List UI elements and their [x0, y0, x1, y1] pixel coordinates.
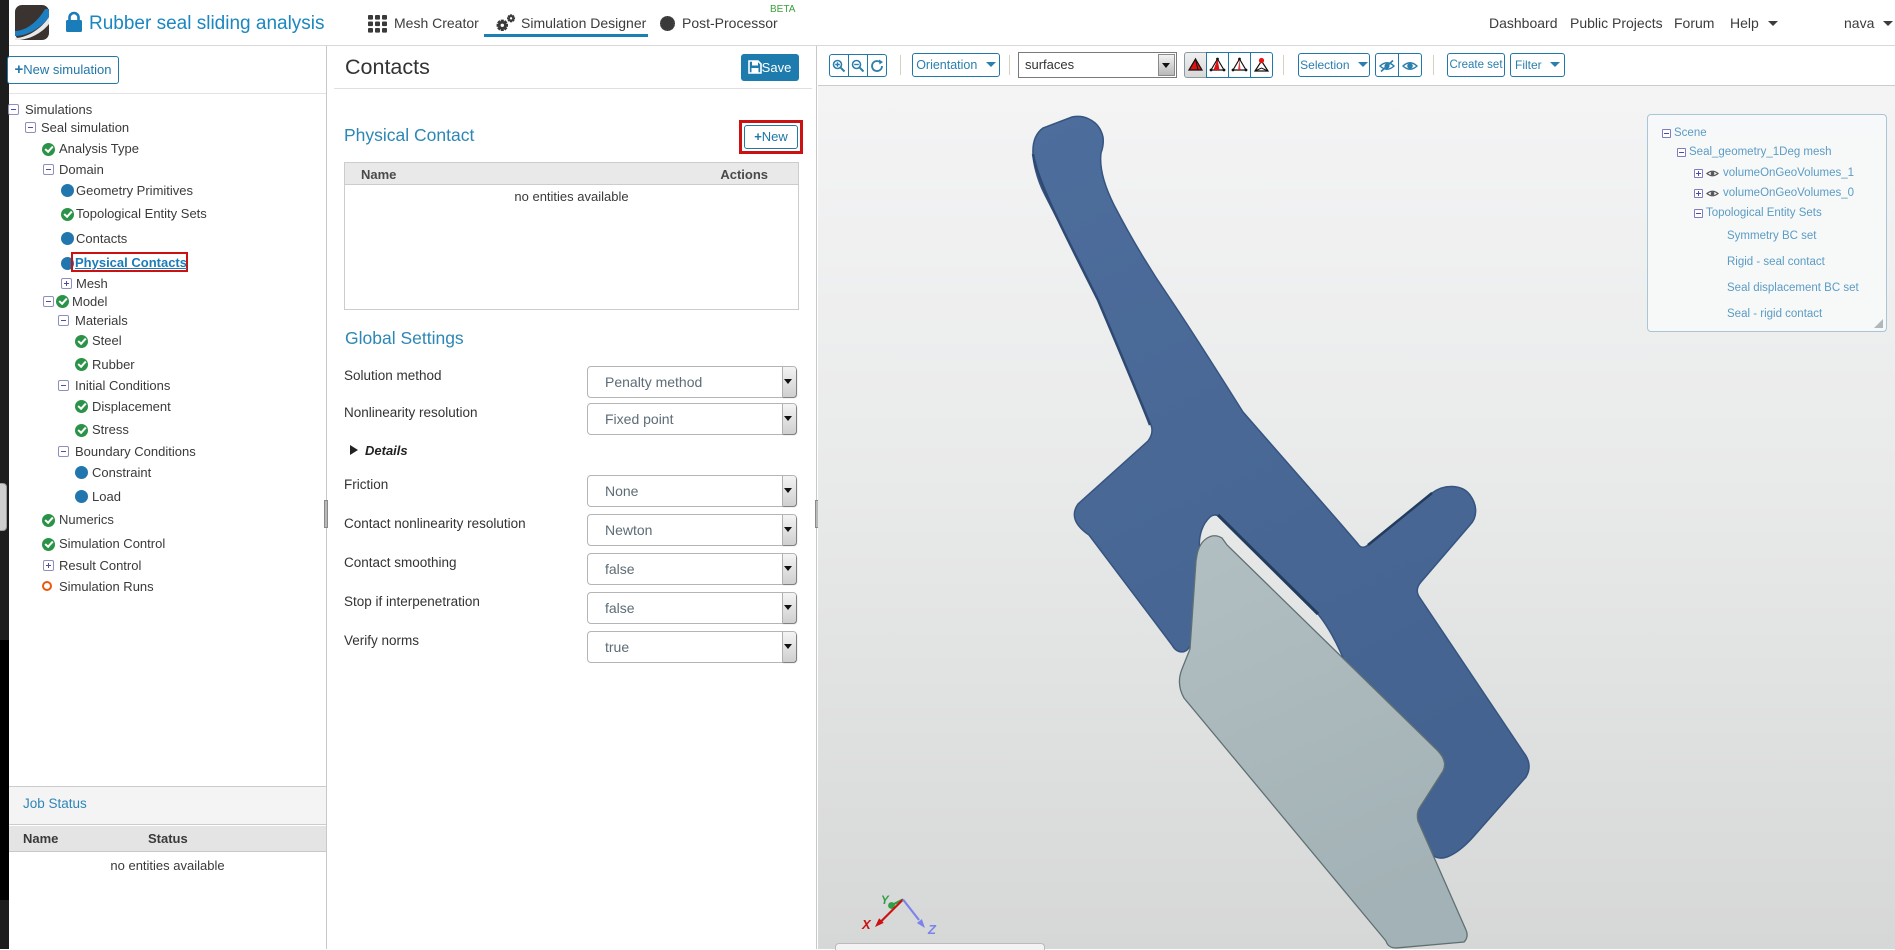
svg-text:Y: Y	[881, 895, 890, 907]
svg-text:Z: Z	[927, 922, 937, 937]
svg-text:X: X	[861, 917, 872, 932]
